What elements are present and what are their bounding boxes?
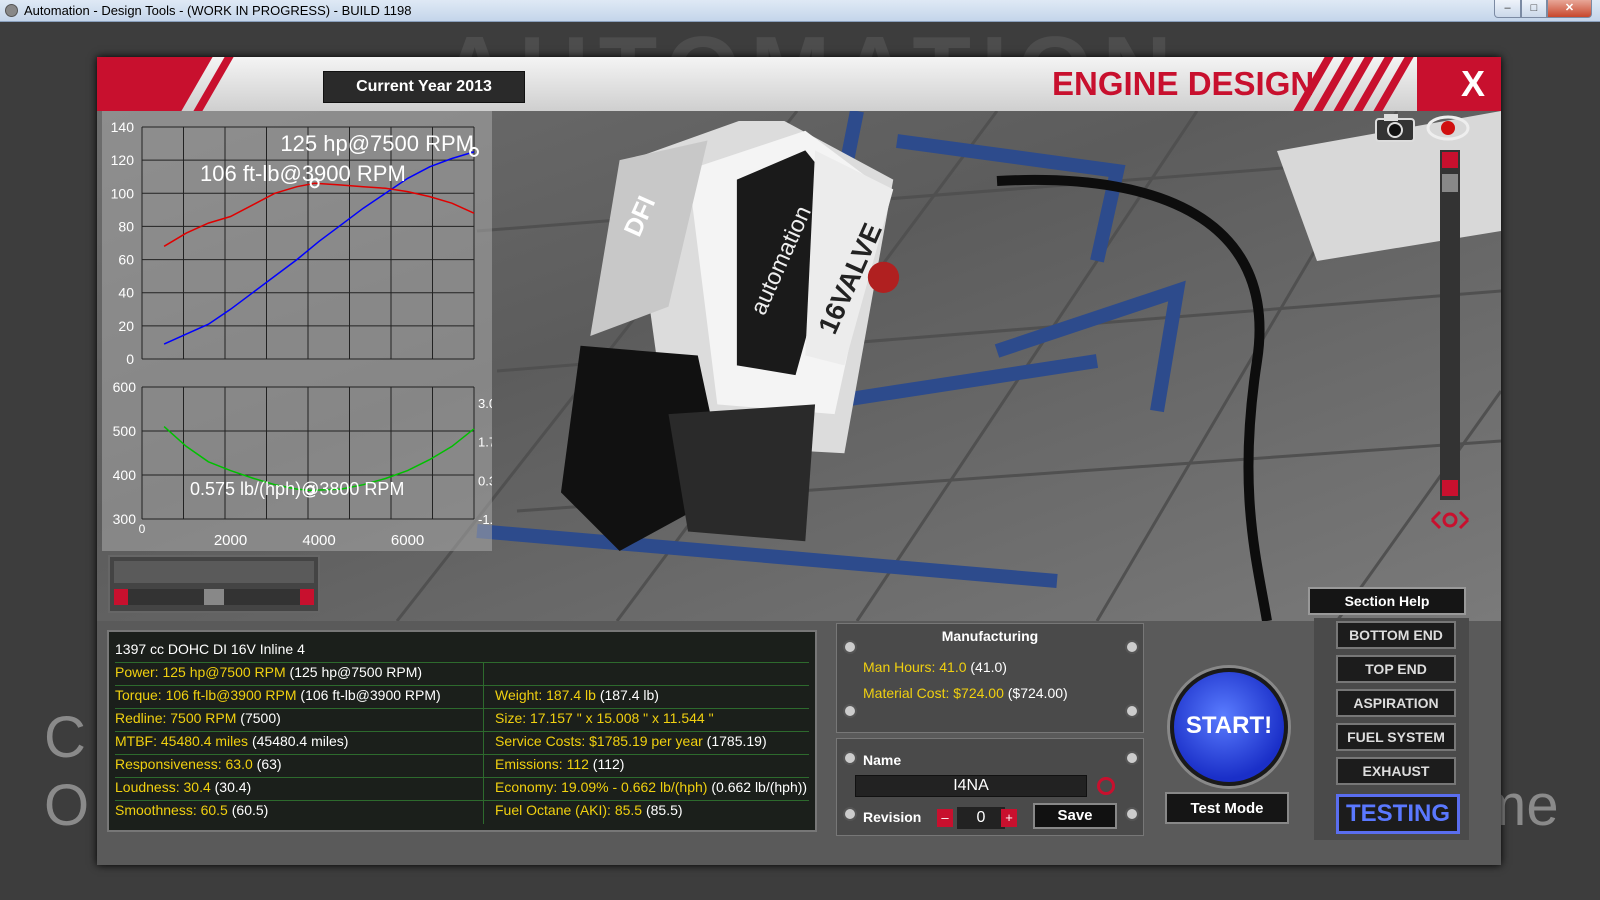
y-tick-label: 120 <box>111 152 135 168</box>
screw-icon <box>1125 807 1139 821</box>
minimize-button[interactable]: – <box>1494 0 1521 18</box>
x-tick-label: 0 <box>139 522 146 536</box>
close-panel-button[interactable]: X <box>1461 63 1485 105</box>
name-revision-panel: Name Revision – 0 + Save <box>836 738 1144 836</box>
dyno-graph: 140 120 100 80 60 40 20 0 600 500 400 300 3.0 1.7 0.3 -… <box>102 111 492 551</box>
section-testing[interactable]: TESTING <box>1336 794 1460 834</box>
scroll-right-icon[interactable] <box>300 589 314 605</box>
maximize-button[interactable]: □ <box>1521 0 1547 18</box>
window-title: Automation - Design Tools - (WORK IN PRO… <box>24 3 412 18</box>
manufacturing-title: Manufacturing <box>941 628 1039 644</box>
save-button[interactable]: Save <box>1033 803 1117 829</box>
stat-torque: Torque: 106 ft-lb@3900 RPM (106 ft-lb@39… <box>115 687 441 703</box>
x-tick-label: 6000 <box>391 532 424 549</box>
engine-description: 1397 cc DOHC DI 16V Inline 4 <box>115 641 305 657</box>
min-bsfc-label: 0.575 lb/(hph)@3800 RPM <box>190 479 404 499</box>
app-icon <box>5 4 18 17</box>
revision-minus-button[interactable]: – <box>937 809 953 827</box>
screw-icon <box>1125 751 1139 765</box>
section-bottom-end[interactable]: BOTTOM END <box>1336 621 1456 649</box>
stat-economy: Economy: 19.09% - 0.662 lb/(hph) (0.662 … <box>495 779 808 795</box>
y-tick-label: 300 <box>113 511 137 527</box>
material-cost: Material Cost: $724.00 ($724.00) <box>863 685 1068 701</box>
scroll-thumb[interactable] <box>204 589 224 605</box>
reset-name-icon[interactable] <box>1097 777 1115 795</box>
stat-fuel-octane: Fuel Octane (AKI): 85.5 (85.5) <box>495 802 683 818</box>
background-letter: C <box>44 705 86 770</box>
stat-smoothness: Smoothness: 60.5 (60.5) <box>115 802 269 818</box>
stat-service-costs: Service Costs: $1785.19 per year (1785.1… <box>495 733 767 749</box>
panel-header: Current Year 2013 ENGINE DESIGN X <box>97 57 1501 111</box>
graph-scroll-preview <box>114 561 314 583</box>
y-tick-label: 600 <box>113 379 137 395</box>
stat-weight: Weight: 187.4 lb (187.4 lb) <box>495 687 659 703</box>
graph-scroll-control <box>108 555 320 613</box>
section-help-button[interactable]: Section Help <box>1308 587 1466 615</box>
y-tick-label: 400 <box>113 467 137 483</box>
stat-mtbf: MTBF: 45480.4 miles (45480.4 miles) <box>115 733 349 749</box>
y-tick-label: 60 <box>118 252 134 268</box>
screw-icon <box>843 807 857 821</box>
peak-torque-label: 106 ft-lb@3900 RPM <box>200 161 406 186</box>
y-tick-label: 140 <box>111 119 135 135</box>
y2-tick-label: 1.7 <box>478 435 492 450</box>
rotate-view-icon[interactable] <box>1428 508 1472 532</box>
camera-icon[interactable] <box>1374 112 1416 142</box>
background-letter: O <box>44 773 90 838</box>
engine-stats-table: 1397 cc DOHC DI 16V Inline 4 Power: 125 … <box>107 630 817 832</box>
manufacturing-panel: Manufacturing Man Hours: 41.0 (41.0) Mat… <box>836 623 1144 733</box>
section-exhaust[interactable]: EXHAUST <box>1336 757 1456 785</box>
screw-icon <box>843 704 857 718</box>
start-button[interactable]: START! <box>1170 668 1288 786</box>
y2-tick-label: 3.0 <box>478 396 492 411</box>
stat-size: Size: 17.157 " x 15.008 " x 11.544 " <box>495 710 714 726</box>
scroll-up-icon[interactable] <box>1442 152 1458 168</box>
y-tick-label: 40 <box>118 285 134 301</box>
scroll-down-icon[interactable] <box>1442 480 1458 496</box>
y-tick-label: 80 <box>118 218 134 234</box>
engine-model[interactable]: DFI automation 16VALVE <box>517 121 947 551</box>
engine-name-input[interactable] <box>855 775 1087 797</box>
screw-icon <box>1125 704 1139 718</box>
camera-zoom-scrollbar[interactable] <box>1440 150 1460 500</box>
current-year: Current Year 2013 <box>323 71 525 103</box>
screw-icon <box>843 751 857 765</box>
name-label: Name <box>863 752 902 768</box>
graph-scroll-track[interactable] <box>114 589 314 605</box>
stat-responsiveness: Responsiveness: 63.0 (63) <box>115 756 282 772</box>
page-title: ENGINE DESIGN <box>1052 65 1315 102</box>
window-titlebar: Automation - Design Tools - (WORK IN PRO… <box>0 0 1600 22</box>
stat-redline: Redline: 7500 RPM (7500) <box>115 710 281 726</box>
stat-loudness: Loudness: 30.4 (30.4) <box>115 779 252 795</box>
y-tick-label: 0 <box>126 351 134 367</box>
stat-power: Power: 125 hp@7500 RPM (125 hp@7500 RPM) <box>115 664 423 680</box>
close-window-button[interactable]: ✕ <box>1547 0 1592 18</box>
series-line <box>163 182 475 247</box>
x-tick-label: 2000 <box>214 532 247 549</box>
header-red-block <box>1417 57 1501 111</box>
y-tick-label: 500 <box>113 423 137 439</box>
revision-label: Revision <box>863 809 922 825</box>
revision-plus-button[interactable]: + <box>1001 809 1017 827</box>
section-fuel-system[interactable]: FUEL SYSTEM <box>1336 723 1456 751</box>
test-mode-button[interactable]: Test Mode <box>1165 792 1289 824</box>
x-tick-label: 4000 <box>302 532 335 549</box>
section-aspiration[interactable]: ASPIRATION <box>1336 689 1456 717</box>
section-top-end[interactable]: TOP END <box>1336 655 1456 683</box>
column-divider <box>483 662 484 824</box>
header-red-stripe <box>97 57 213 111</box>
y2-tick-label: 0.3 <box>478 473 492 488</box>
y-tick-label: 100 <box>111 185 135 201</box>
revision-value: 0 <box>957 807 1005 829</box>
eye-icon[interactable] <box>1426 114 1470 142</box>
stat-emissions: Emissions: 112 (112) <box>495 756 625 772</box>
y-tick-label: 20 <box>118 318 134 334</box>
dyno-graph-svg: 140 120 100 80 60 40 20 0 600 500 400 300 3.0 1.7 0.3 -… <box>111 119 492 549</box>
scroll-thumb[interactable] <box>1442 174 1458 192</box>
y2-tick-label: -1.0 <box>478 512 492 527</box>
scroll-left-icon[interactable] <box>114 589 128 605</box>
man-hours: Man Hours: 41.0 (41.0) <box>863 659 1007 675</box>
peak-power-label: 125 hp@7500 RPM <box>280 131 474 156</box>
